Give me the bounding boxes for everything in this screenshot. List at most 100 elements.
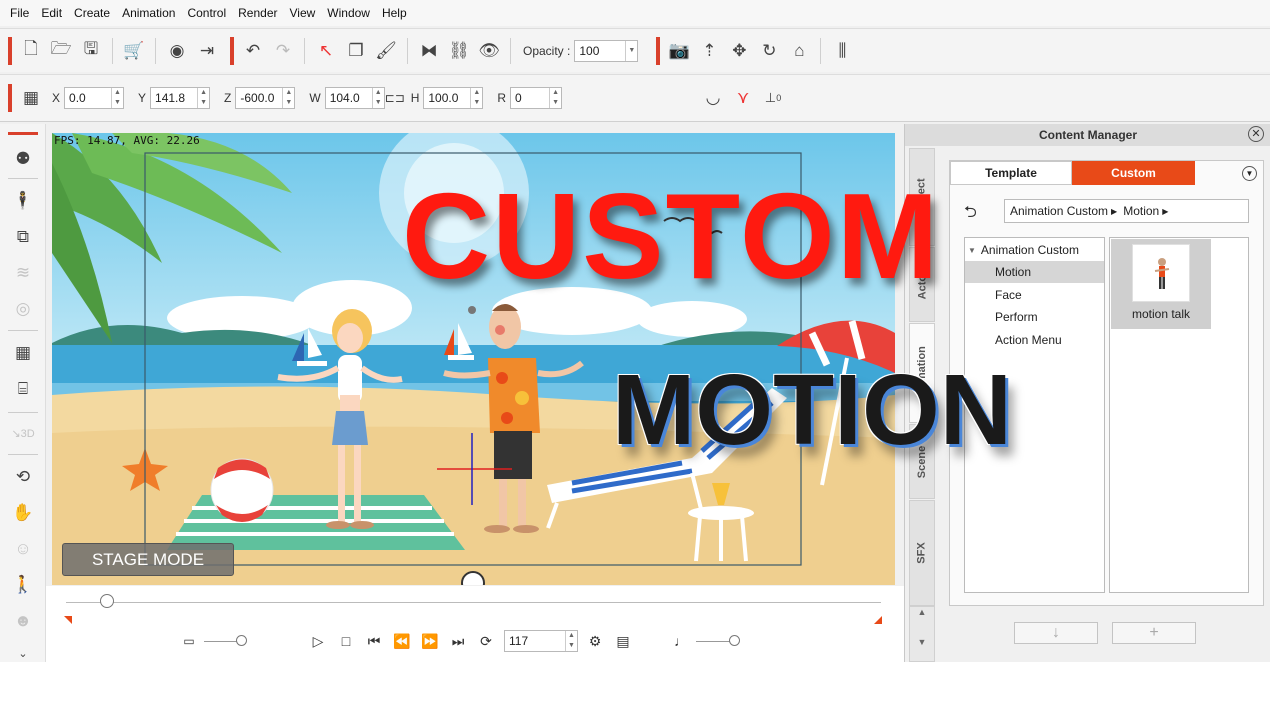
stop-icon[interactable]: □ bbox=[335, 631, 357, 651]
menu-help[interactable]: Help bbox=[376, 6, 413, 20]
body-icon[interactable]: ⌸ bbox=[8, 376, 38, 402]
fast-forward-icon[interactable]: ⏩ bbox=[419, 631, 441, 651]
undo-icon[interactable]: ↶ bbox=[238, 36, 268, 66]
profile-icon[interactable]: ☻ bbox=[8, 608, 38, 634]
stepper-icon[interactable]: ▲ ▼ bbox=[282, 88, 294, 108]
menu-animation[interactable]: Animation bbox=[116, 6, 181, 20]
open-folder-icon[interactable]: 🗁 bbox=[46, 36, 76, 66]
x-field[interactable]: 0.0 ▲ ▼ bbox=[64, 87, 125, 109]
play-icon[interactable]: ▷ bbox=[307, 631, 329, 651]
export-icon[interactable]: ⇥ bbox=[192, 36, 222, 66]
rewind-icon[interactable]: ⏪ bbox=[391, 631, 413, 651]
menu-view[interactable]: View bbox=[283, 6, 321, 20]
transform-icon[interactable]: ⧉ bbox=[8, 224, 38, 250]
h-field[interactable]: 100.0 ▲ ▼ bbox=[423, 87, 484, 109]
tree-item-action-menu[interactable]: Action Menu bbox=[965, 329, 1104, 351]
align-icon[interactable]: ⫼ bbox=[827, 36, 857, 66]
cart-icon[interactable]: 🛒 bbox=[119, 36, 149, 66]
speech-icon[interactable]: ▭ bbox=[178, 631, 200, 651]
volume-slider-knob[interactable] bbox=[236, 635, 247, 646]
breadcrumb-item-motion[interactable]: Motion bbox=[1123, 204, 1159, 218]
paint-icon[interactable]: 🖌 bbox=[371, 36, 401, 66]
sprite-icon[interactable]: ⟲ bbox=[8, 464, 38, 490]
music-slider-knob[interactable] bbox=[729, 635, 740, 646]
home-icon[interactable]: ⌂ bbox=[784, 36, 814, 66]
stepper-icon[interactable]: ▲ ▼ bbox=[470, 88, 482, 108]
chevron-down-icon[interactable]: ▼ bbox=[625, 40, 637, 61]
preview-icon[interactable]: ◉ bbox=[162, 36, 192, 66]
menu-window[interactable]: Window bbox=[321, 6, 376, 20]
new-file-icon[interactable]: 🗋 bbox=[16, 36, 46, 66]
timeline-panel-icon[interactable]: ▤ bbox=[612, 631, 634, 651]
stepper-icon[interactable]: ▲ ▼ bbox=[111, 88, 123, 108]
tree-item-motion[interactable]: Motion bbox=[965, 261, 1104, 283]
stepper-icon[interactable]: ▲ ▼ bbox=[197, 88, 209, 108]
link-icon[interactable]: ⛓ bbox=[444, 36, 474, 66]
download-button[interactable]: ↓ bbox=[1014, 622, 1098, 644]
asset-tile[interactable]: motion talk bbox=[1111, 239, 1211, 329]
menu-create[interactable]: Create bbox=[68, 6, 116, 20]
tab-custom[interactable]: Custom bbox=[1072, 161, 1195, 185]
menu-file[interactable]: File bbox=[4, 6, 35, 20]
bone-red-icon[interactable]: ⋎ bbox=[728, 83, 758, 113]
bone-curve-icon[interactable]: ◡ bbox=[698, 83, 728, 113]
y-field[interactable]: 141.8 ▲ ▼ bbox=[150, 87, 211, 109]
side-tab-sfx[interactable]: SFX bbox=[909, 500, 935, 606]
music-note-icon[interactable]: ♩ bbox=[670, 631, 692, 651]
close-icon[interactable]: ✕ bbox=[1248, 126, 1264, 142]
frame-field[interactable]: 117 ▲ ▼ bbox=[504, 630, 578, 652]
menu-edit[interactable]: Edit bbox=[35, 6, 68, 20]
grid-layout-icon[interactable]: ▦ bbox=[8, 340, 38, 366]
opacity-select[interactable]: 100 ▼ bbox=[574, 39, 639, 62]
tree-root[interactable]: ▼ Animation Custom bbox=[965, 239, 1104, 261]
more-chevron-icon[interactable]: ⌄ bbox=[8, 640, 38, 662]
audio-icon[interactable]: ≋ bbox=[8, 260, 38, 286]
w-field[interactable]: 104.0 ▲ ▼ bbox=[324, 87, 385, 109]
grid-icon[interactable]: ▦ bbox=[16, 83, 46, 113]
loop-icon[interactable]: ⟳ bbox=[475, 631, 497, 651]
move-up-icon[interactable]: ⇡ bbox=[694, 36, 724, 66]
timeline-scrubber[interactable] bbox=[66, 602, 881, 603]
move-icon[interactable]: ✥ bbox=[724, 36, 754, 66]
settings-gear-icon[interactable]: ⚙ bbox=[584, 631, 606, 651]
stepper-icon[interactable]: ▲ ▼ bbox=[565, 631, 577, 651]
stepper-icon[interactable]: ▲ ▼ bbox=[371, 88, 384, 108]
character-icon[interactable]: ⚉ bbox=[8, 146, 38, 172]
range-end-marker[interactable] bbox=[874, 616, 882, 624]
tree-item-perform[interactable]: Perform bbox=[965, 306, 1104, 328]
back-arrow-icon[interactable]: ⮌ bbox=[964, 201, 977, 228]
puppet-icon[interactable]: 🕴 bbox=[8, 188, 38, 214]
hand-icon[interactable]: ✋ bbox=[8, 500, 38, 526]
breadcrumb-item-animation-custom[interactable]: Animation Custom bbox=[1010, 204, 1108, 218]
tree-item-face[interactable]: Face bbox=[965, 284, 1104, 306]
expand-arrow-icon[interactable]: ▼ bbox=[968, 246, 976, 255]
eye-icon[interactable]: 👁 bbox=[474, 36, 504, 66]
range-start-marker[interactable] bbox=[64, 616, 72, 624]
rotate-icon[interactable]: ↻ bbox=[754, 36, 784, 66]
menu-control[interactable]: Control bbox=[181, 6, 232, 20]
walk-icon[interactable]: 🚶 bbox=[8, 572, 38, 598]
camera-icon[interactable]: 📷 bbox=[664, 36, 694, 66]
head-icon[interactable]: ☺ bbox=[8, 536, 38, 562]
add-button[interactable]: + bbox=[1112, 622, 1196, 644]
redo-icon[interactable]: ↷ bbox=[268, 36, 298, 66]
stage-mode-button[interactable]: STAGE MODE bbox=[62, 543, 234, 576]
r-field[interactable]: 0 ▲ ▼ bbox=[510, 87, 563, 109]
link-ratio-icon[interactable]: ⊏⊐ bbox=[385, 83, 405, 113]
menu-render[interactable]: Render bbox=[232, 6, 283, 20]
tab-template[interactable]: Template bbox=[950, 161, 1072, 185]
stepper-icon[interactable]: ▲ ▼ bbox=[549, 88, 561, 108]
copy-icon[interactable]: ❐ bbox=[341, 36, 371, 66]
skip-end-icon[interactable]: ⏭ bbox=[447, 631, 469, 651]
side-tab-scroller[interactable]: ▲ ▼ bbox=[909, 606, 935, 662]
flip-icon[interactable]: ⧓ bbox=[414, 36, 444, 66]
face-key-icon[interactable]: ◎ bbox=[8, 296, 38, 322]
3d-icon[interactable]: ↘3D bbox=[8, 420, 38, 446]
select-arrow-icon[interactable]: ↖ bbox=[311, 36, 341, 66]
skip-start-icon[interactable]: ⏮ bbox=[363, 631, 385, 651]
save-icon[interactable]: 🖫 bbox=[76, 36, 106, 66]
chevron-down-icon[interactable]: ▼ bbox=[1242, 166, 1257, 181]
scrubber-knob[interactable] bbox=[99, 594, 114, 608]
z-field[interactable]: -600.0 ▲ ▼ bbox=[235, 87, 296, 109]
anchor-icon[interactable]: ⊥ 0 bbox=[758, 83, 788, 113]
